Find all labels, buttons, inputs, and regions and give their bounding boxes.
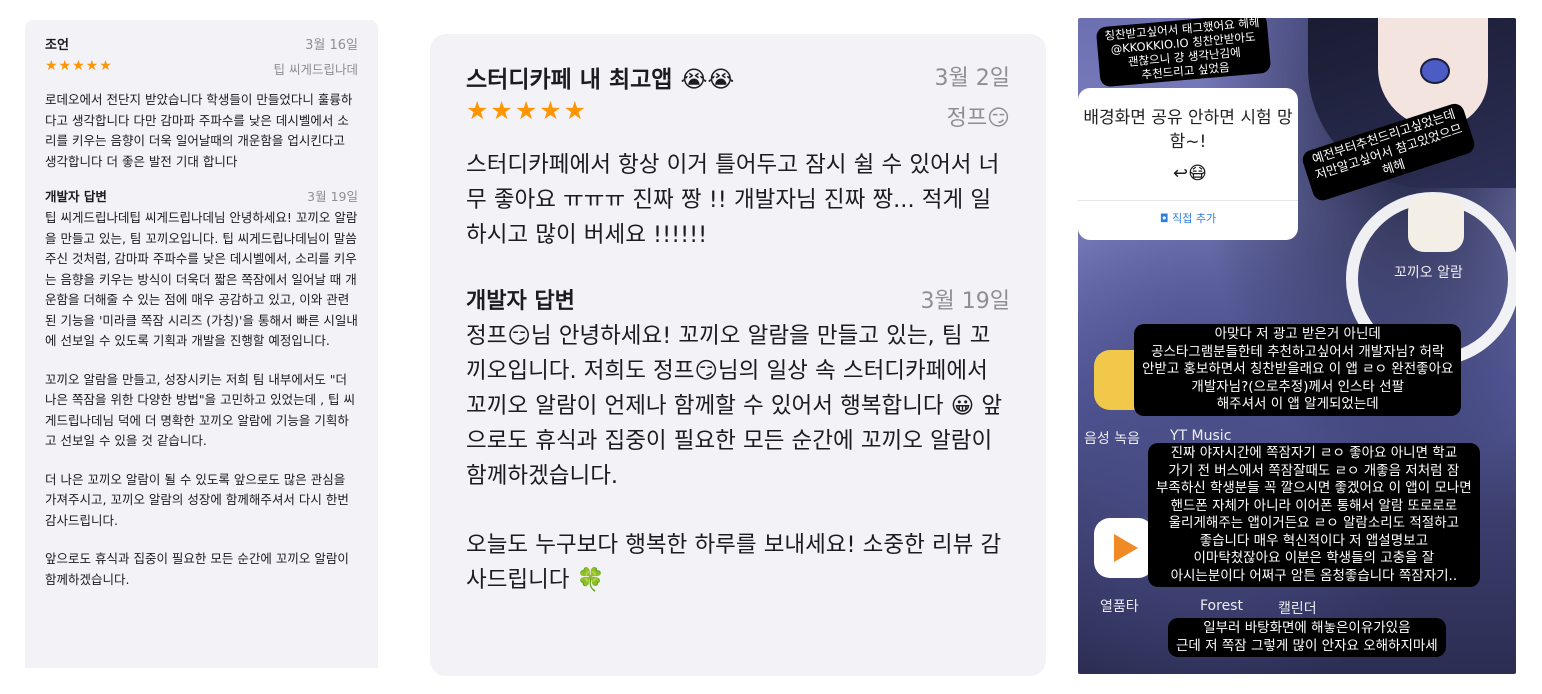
- app-label: 꼬끼오 알람: [1394, 265, 1463, 281]
- story-caption: 일부러 바탕화면에 해놓은이유가있음 근데 저 쪽잠 그렇게 많이 안자요 오해…: [1168, 618, 1446, 657]
- star-rating: ★★★★★: [45, 58, 113, 74]
- developer-response-label: 개발자 답변: [45, 189, 107, 204]
- story-caption: 칭찬받고싶어서 태그했어요 헤헤 @KKOKKIO.IO 칭찬안받아도 괜찮으니…: [1095, 18, 1272, 88]
- character-eye: [1420, 58, 1450, 84]
- story-caption: 진짜 야자시간에 쪽잠자기 ㄹㅇ 좋아요 아니면 학교 가기 전 버스에서 쪽잠…: [1148, 443, 1480, 587]
- developer-response-paragraph: 더 나은 꼬끼오 알람이 될 수 있도록 앞으로도 많은 관심을 가져주시고, …: [45, 471, 349, 528]
- reviewer-nickname: 정프😏: [946, 106, 1010, 131]
- review-date: 3월 16일: [305, 38, 358, 53]
- widget-emoji: ↩😷: [1173, 163, 1207, 184]
- review-card-left: 조언 3월 16일 ★★★★★ 팁 씨게드립나데 로데오에서 전단지 받았습니다…: [25, 20, 378, 668]
- developer-response: 정프😏님 안녕하세요! 꼬끼오 알람을 만들고 있는, 팀 꼬끼오입니다. 저희…: [466, 319, 1010, 598]
- home-widget[interactable]: 배경화면 공유 안하면 시험 망함~! ↩😷 ◘ 직접 추가: [1078, 88, 1298, 240]
- star-rating: ★★★★★: [466, 96, 589, 125]
- developer-response-paragraph: 앞으로도 휴식과 집중이 필요한 모든 순간에 꼬끼오 알람이 함께하겠습니다.: [45, 551, 349, 587]
- review-body: 스터디카페에서 항상 이거 틀어두고 잠시 쉴 수 있어서 너무 좋아요 ㅠㅠㅠ…: [466, 152, 1000, 248]
- developer-response: 팁 씨게드립나데팁 씨게드립나데님 안녕하세요! 꼬끼오 알람을 만들고 있는,…: [45, 208, 358, 590]
- developer-response-date: 3월 19일: [920, 289, 1010, 314]
- developer-response-paragraph: 오늘도 누구보다 행복한 하루를 보내세요! 소중한 리뷰 감사드립니다 🍀: [466, 532, 1002, 593]
- divider: [1078, 200, 1298, 201]
- app-label: 음성 녹음: [1084, 431, 1140, 447]
- reviewer-nickname: 팁 씨게드립나데: [273, 62, 358, 77]
- play-icon: [1114, 534, 1138, 562]
- kkokkio-app-icon[interactable]: [1408, 196, 1464, 252]
- story-caption: 아맞다 저 광고 받은거 아닌데 공스타그램분들한테 추천하고싶어서 개발자님?…: [1134, 324, 1462, 416]
- app-label: 캘린더: [1278, 601, 1317, 617]
- widget-text: 배경화면 공유 안하면 시험 망함~!: [1083, 108, 1293, 152]
- app-label: 열품타: [1100, 599, 1139, 615]
- app-label: Forest: [1200, 598, 1243, 614]
- review-body: 로데오에서 전단지 받았습니다 학생들이 만들었다니 훌륭하다고 생각합니다 다…: [45, 92, 353, 169]
- developer-response-paragraph: 정프😏님 안녕하세요! 꼬끼오 알람을 만들고 있는, 팀 꼬끼오입니다. 저희…: [466, 323, 1003, 489]
- yeolpumta-app-icon[interactable]: [1094, 518, 1154, 578]
- review-title: 조언: [45, 38, 69, 53]
- review-date: 3월 2일: [934, 66, 1010, 91]
- add-directly-button[interactable]: ◘ 직접 추가: [1078, 210, 1298, 226]
- camera-icon: ◘: [1159, 212, 1173, 225]
- app-label: YT Music: [1170, 428, 1232, 444]
- developer-response-label: 개발자 답변: [466, 289, 575, 314]
- review-card-middle: 스터디카페 내 최고앱 😭😭 3월 2일 ★★★★★ 정프😏 스터디카페에서 항…: [430, 34, 1046, 676]
- story-screenshot: 배경화면 공유 안하면 시험 망함~! ↩😷 ◘ 직접 추가 꼬끼오 알람 음성…: [1078, 18, 1516, 674]
- developer-response-paragraph: 팁 씨게드립나데팁 씨게드립나데님 안녕하세요! 꼬끼오 알람을 만들고 있는,…: [45, 210, 358, 348]
- developer-response-date: 3월 19일: [307, 189, 358, 204]
- review-title: 스터디카페 내 최고앱 😭😭: [466, 67, 735, 93]
- developer-response-paragraph: 꼬끼오 알람을 만들고, 성장시키는 저희 팀 내부에서도 "더 나은 쪽잠을 …: [45, 371, 355, 449]
